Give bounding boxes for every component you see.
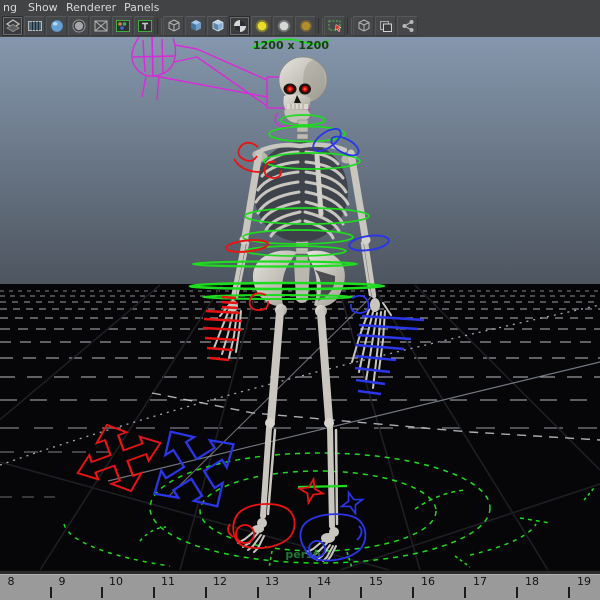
wire-cube-icon xyxy=(168,18,179,32)
checker-sphere-icon xyxy=(233,19,246,32)
frame-label: 15 xyxy=(369,575,383,588)
flat-shade-sphere-icon xyxy=(72,19,85,32)
panel-toolbar xyxy=(0,14,600,37)
wire-cube-icon xyxy=(358,18,369,32)
smooth-cube-button[interactable] xyxy=(185,15,206,36)
wireframe-icon xyxy=(94,20,107,31)
maya-window: ng Show Renderer Panels 1200 x 1200 pers… xyxy=(0,0,600,600)
panel-menu-bar: ng Show Renderer Panels xyxy=(0,0,600,14)
toolbar-separator xyxy=(318,17,323,34)
frame-tick xyxy=(205,587,207,598)
viewport-floor xyxy=(0,284,600,570)
menu-item-renderer[interactable]: Renderer xyxy=(66,1,116,14)
isolate-select-icon xyxy=(328,20,342,32)
shaded-textured-icon xyxy=(115,19,130,32)
frame-label: 8 xyxy=(7,575,15,588)
frame-tick xyxy=(257,587,259,598)
resolution-gate-label: 1200 x 1200 xyxy=(253,39,329,52)
frame-tick xyxy=(464,587,466,598)
frame-tick xyxy=(516,587,518,598)
frame-tick xyxy=(50,587,52,598)
menu-item-show[interactable]: Show xyxy=(28,1,58,14)
frame-label: 13 xyxy=(265,575,279,588)
select-highlight-icon xyxy=(5,18,20,32)
frame-tick xyxy=(360,587,362,598)
frame-tick xyxy=(309,587,311,598)
wireframe-button[interactable] xyxy=(90,15,111,36)
blue-cube-outline-icon xyxy=(212,19,223,31)
film-grid-button[interactable] xyxy=(24,15,45,36)
frame-label: 12 xyxy=(213,575,227,588)
shaded-textured-button[interactable] xyxy=(112,15,133,36)
checker-sphere-button[interactable] xyxy=(229,15,250,36)
time-slider[interactable]: 8 9 10 11 12 13 14 15 16 17 18 19 xyxy=(0,570,600,600)
film-grid-icon xyxy=(27,20,42,31)
flat-shade-all-button[interactable] xyxy=(68,15,89,36)
wire-cube-button[interactable] xyxy=(353,15,374,36)
node-connections-button[interactable] xyxy=(397,15,418,36)
select-highlight-button[interactable] xyxy=(2,15,23,36)
smooth-shade-all-button[interactable] xyxy=(46,15,67,36)
gold-light-icon xyxy=(299,19,312,32)
blue-cube-icon xyxy=(190,19,201,31)
frame-label: 14 xyxy=(317,575,331,588)
share-nodes-icon xyxy=(402,19,413,32)
toolbar-separator xyxy=(157,17,162,34)
default-material-button[interactable] xyxy=(163,15,184,36)
menu-item-lighting-truncated[interactable]: ng xyxy=(3,1,17,14)
frame-tick xyxy=(153,587,155,598)
frame-label: 19 xyxy=(577,575,591,588)
light-default-button[interactable] xyxy=(273,15,294,36)
frame-label: 11 xyxy=(161,575,175,588)
white-light-icon xyxy=(277,19,290,32)
textured-labels-button[interactable] xyxy=(134,15,155,36)
xray-overlap-button[interactable] xyxy=(375,15,396,36)
frame-tick xyxy=(101,587,103,598)
texture-t-icon xyxy=(137,19,152,32)
yellow-light-icon xyxy=(255,19,268,32)
frame-label: 17 xyxy=(473,575,487,588)
overlap-squares-icon xyxy=(379,20,392,32)
frame-label: 10 xyxy=(109,575,123,588)
light-gold-button[interactable] xyxy=(295,15,316,36)
high-quality-cube-button[interactable] xyxy=(207,15,228,36)
toolbar-separator xyxy=(347,17,352,34)
red-eye-right xyxy=(301,85,309,93)
red-eye-left xyxy=(286,85,294,93)
menu-item-panels[interactable]: Panels xyxy=(124,1,159,14)
timeline-highlight xyxy=(0,574,600,575)
frame-label: 16 xyxy=(421,575,435,588)
frame-tick xyxy=(412,587,414,598)
frame-label: 18 xyxy=(525,575,539,588)
frame-tick xyxy=(568,587,570,598)
viewport-3d[interactable]: 1200 x 1200 persp xyxy=(0,36,600,571)
frame-label: 9 xyxy=(58,575,66,588)
isolate-select-button[interactable] xyxy=(324,15,345,36)
light-yellow-button[interactable] xyxy=(251,15,272,36)
smooth-shade-sphere-icon xyxy=(50,19,63,32)
